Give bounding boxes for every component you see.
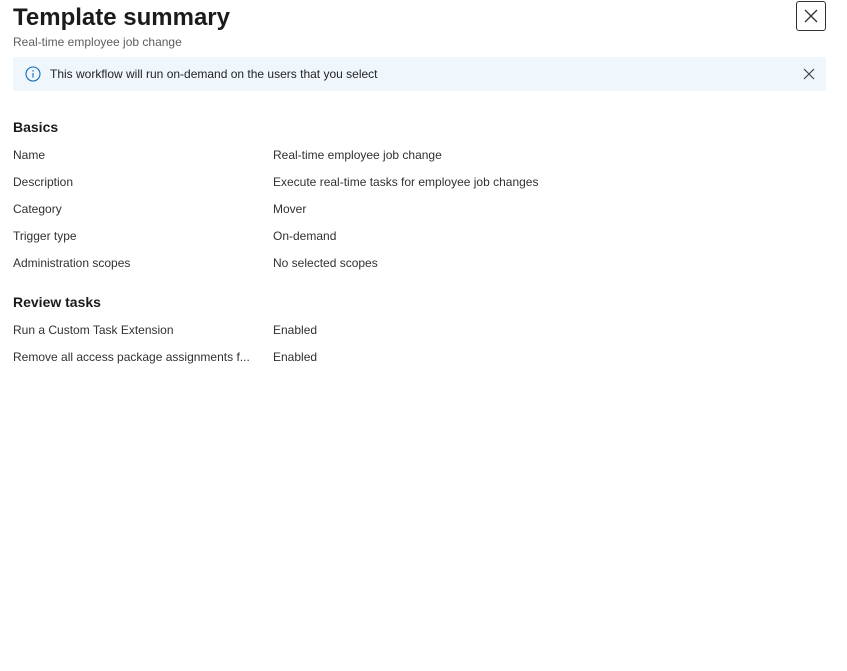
banner-dismiss-button[interactable]: [802, 67, 816, 81]
close-icon: [804, 9, 818, 23]
row-label: Remove all access package assignments f.…: [13, 350, 250, 364]
row-label: Administration scopes: [13, 256, 131, 270]
basics-row-name: Name Real-time employee job change: [13, 146, 826, 164]
basics-row-trigger-type: Trigger type On-demand: [13, 227, 826, 245]
row-value: Execute real-time tasks for employee job…: [273, 175, 539, 189]
basics-row-category: Category Mover: [13, 200, 826, 218]
info-icon: [25, 66, 41, 82]
row-value: Enabled: [273, 323, 318, 337]
dismiss-icon: [803, 68, 815, 80]
basics-row-administration-scopes: Administration scopes No selected scopes: [13, 254, 826, 272]
row-value: Real-time employee job change: [273, 148, 442, 162]
page-title: Template summary: [13, 4, 230, 31]
row-value: No selected scopes: [273, 256, 378, 270]
row-value: Mover: [273, 202, 307, 216]
row-label: Name: [13, 148, 46, 162]
banner-message: This workflow will run on-demand on the …: [50, 67, 378, 81]
row-label: Description: [13, 175, 74, 189]
task-row-custom-extension: Run a Custom Task Extension Enabled: [13, 321, 826, 339]
row-label: Trigger type: [13, 229, 77, 243]
info-banner: This workflow will run on-demand on the …: [13, 57, 826, 91]
page-subtitle: Real-time employee job change: [13, 35, 182, 49]
row-label: Run a Custom Task Extension: [13, 323, 174, 337]
row-value: On-demand: [273, 229, 337, 243]
row-value: Enabled: [273, 350, 318, 364]
template-summary-panel: Template summary Real-time employee job …: [0, 0, 847, 671]
row-label: Category: [13, 202, 62, 216]
basics-heading: Basics: [13, 119, 59, 135]
review-tasks-heading: Review tasks: [13, 294, 101, 310]
close-button[interactable]: [796, 1, 826, 31]
basics-row-description: Description Execute real-time tasks for …: [13, 173, 826, 191]
task-row-remove-access-packages: Remove all access package assignments f.…: [13, 348, 826, 366]
